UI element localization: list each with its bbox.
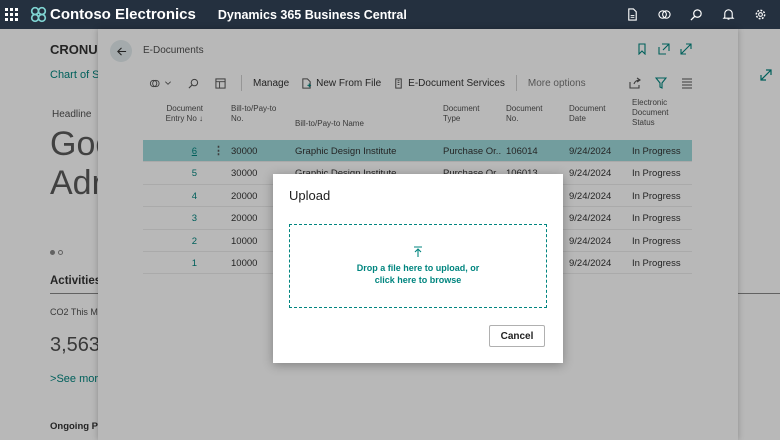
document-icon[interactable]	[616, 0, 648, 29]
brand-logo-icon	[30, 6, 47, 23]
upload-dialog: Upload Drop a file here to upload, or cl…	[273, 174, 563, 363]
top-bar: Contoso Electronics Dynamics 365 Busines…	[0, 0, 780, 29]
brand-name: Contoso Electronics	[50, 6, 196, 23]
drop-zone-text: Drop a file here to upload, or click her…	[356, 263, 480, 285]
teams-icon[interactable]	[648, 0, 680, 29]
brand[interactable]: Contoso Electronics	[30, 6, 196, 23]
cancel-button[interactable]: Cancel	[489, 325, 545, 347]
product-name: Dynamics 365 Business Central	[217, 7, 407, 22]
upload-icon	[414, 246, 422, 257]
dialog-title: Upload	[289, 188, 331, 203]
bell-icon[interactable]	[712, 0, 744, 29]
gear-icon[interactable]	[744, 0, 776, 29]
file-drop-zone[interactable]: Drop a file here to upload, or click her…	[289, 224, 547, 308]
app-launcher-icon[interactable]	[0, 0, 22, 29]
search-icon[interactable]	[680, 0, 712, 29]
